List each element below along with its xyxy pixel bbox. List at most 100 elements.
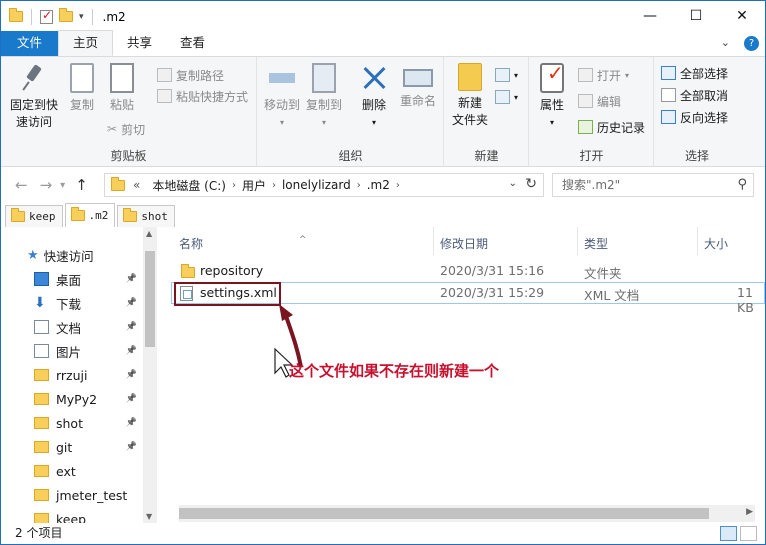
cut-button[interactable]: ✂ 剪切: [107, 119, 145, 139]
pinned-icon[interactable]: 📌: [126, 298, 137, 308]
help-icon[interactable]: ?: [744, 36, 759, 51]
refresh-icon[interactable]: ↻: [525, 176, 537, 192]
pin-to-quick-access-button[interactable]: 固定到快 速访问: [5, 63, 63, 131]
address-history-chevron-icon[interactable]: ⌄: [509, 178, 517, 189]
pinned-icon[interactable]: 📌: [126, 418, 137, 428]
tab-home[interactable]: 主页: [58, 30, 114, 56]
file-size: 11 KB: [737, 285, 754, 315]
nav-scrollbar-thumb[interactable]: [145, 251, 155, 347]
back-arrow-icon[interactable]: ←: [15, 176, 28, 194]
expand-ribbon-chevron-icon[interactable]: ⌄: [721, 36, 730, 51]
column-size[interactable]: 大小: [704, 235, 728, 252]
new-folder-quick-icon[interactable]: [59, 8, 73, 22]
file-list-hscrollbar[interactable]: ▶: [179, 505, 755, 522]
search-box[interactable]: 搜索".m2" ⚲: [552, 173, 754, 197]
copy-to-button[interactable]: 复制到 ▾: [304, 63, 344, 131]
breadcrumb-separator-icon[interactable]: ›: [272, 180, 276, 191]
nav-item[interactable]: ext: [1, 459, 141, 483]
invert-selection-icon: [661, 110, 676, 124]
minimize-button[interactable]: —: [627, 1, 673, 31]
select-all-icon: [661, 66, 676, 80]
pinned-icon[interactable]: 📌: [126, 394, 137, 404]
folder-tab-keep[interactable]: keep: [5, 205, 63, 227]
select-none-icon: [661, 88, 676, 102]
column-modified[interactable]: 修改日期: [440, 235, 488, 252]
nav-item[interactable]: jmeter_test: [1, 483, 141, 507]
edit-button[interactable]: 编辑: [578, 91, 621, 111]
hscrollbar-thumb[interactable]: [179, 508, 709, 519]
pinned-icon[interactable]: 📌: [126, 346, 137, 356]
file-type: XML 文档: [584, 288, 640, 303]
view-toggle: [720, 526, 757, 541]
column-divider[interactable]: [433, 227, 434, 255]
history-button[interactable]: 历史记录: [578, 117, 645, 137]
nav-item[interactable]: rrzuji 📌: [1, 363, 141, 387]
folder-tab-m2[interactable]: .m2: [64, 203, 116, 227]
tab-view[interactable]: 查看: [166, 31, 219, 56]
nav-item[interactable]: keep: [1, 507, 141, 523]
nav-quick-access[interactable]: ★ 快速访问: [1, 243, 141, 267]
nav-item[interactable]: 文档 📌: [1, 315, 141, 339]
properties-quick-icon[interactable]: [40, 8, 53, 24]
delete-button[interactable]: 删除 ▾: [354, 63, 394, 131]
paste-shortcut-button[interactable]: 粘贴快捷方式: [157, 86, 248, 106]
pinned-icon[interactable]: 📌: [126, 274, 137, 284]
rename-button[interactable]: 重命名: [396, 63, 440, 110]
up-arrow-icon[interactable]: ↑: [75, 176, 88, 194]
column-type[interactable]: 类型: [584, 235, 608, 252]
breadcrumb-m2[interactable]: .m2: [367, 178, 390, 192]
scroll-up-arrow-icon[interactable]: ▲: [146, 229, 152, 238]
select-all-button[interactable]: 全部选择: [661, 63, 728, 83]
nav-item-label: ext: [56, 463, 76, 479]
open-button[interactable]: 打开 ▾: [578, 65, 629, 85]
window-folder-icon: [9, 8, 23, 22]
details-view-icon[interactable]: [720, 526, 737, 541]
recent-locations-chevron-icon[interactable]: ▾: [60, 180, 65, 191]
breadcrumb-separator-icon[interactable]: ›: [396, 180, 400, 191]
breadcrumb-separator-icon[interactable]: ›: [232, 180, 236, 191]
nav-item[interactable]: 桌面 📌: [1, 267, 141, 291]
file-row-repository[interactable]: repository 2020/3/31 15:16 文件夹: [171, 260, 765, 282]
new-folder-button[interactable]: 新建 文件夹: [447, 63, 493, 129]
nav-item[interactable]: shot 📌: [1, 411, 141, 435]
column-divider[interactable]: [577, 227, 578, 255]
nav-item[interactable]: git 📌: [1, 435, 141, 459]
search-icon[interactable]: ⚲: [737, 174, 747, 196]
new-item-button[interactable]: ▾: [495, 65, 518, 85]
tab-file[interactable]: 文件: [1, 31, 58, 56]
large-icons-view-icon[interactable]: [740, 526, 757, 541]
breadcrumb-users[interactable]: 用户: [242, 177, 266, 194]
folder-tab-shot[interactable]: shot: [117, 205, 175, 227]
scroll-right-arrow-icon[interactable]: ▶: [746, 507, 753, 517]
maximize-button[interactable]: ☐: [673, 1, 719, 31]
copy-button[interactable]: 复制: [63, 63, 101, 114]
close-button[interactable]: ✕: [719, 1, 765, 31]
pinned-icon[interactable]: 📌: [126, 370, 137, 380]
customize-toolbar-arrow-icon[interactable]: ▾: [79, 12, 84, 22]
paste-button[interactable]: 粘贴: [103, 63, 141, 114]
forward-arrow-icon[interactable]: →: [40, 176, 53, 194]
properties-check-icon: [540, 63, 564, 93]
address-bar[interactable]: « 本地磁盘 (C:) › 用户 › lonelylizard › .m2 › …: [104, 173, 544, 197]
copy-path-button[interactable]: 复制路径: [157, 65, 224, 85]
breadcrumb-user[interactable]: lonelylizard: [282, 178, 351, 192]
tab-share[interactable]: 共享: [113, 31, 166, 56]
nav-scrollbar[interactable]: ▲ ▼: [143, 227, 157, 523]
properties-button[interactable]: 属性 ▾: [534, 63, 570, 131]
invert-selection-button[interactable]: 反向选择: [661, 107, 728, 127]
pinned-icon[interactable]: 📌: [126, 322, 137, 332]
breadcrumb-overflow[interactable]: «: [133, 178, 140, 192]
select-none-button[interactable]: 全部取消: [661, 85, 728, 105]
breadcrumb-drive[interactable]: 本地磁盘 (C:): [152, 177, 226, 194]
scroll-down-arrow-icon[interactable]: ▼: [146, 512, 152, 521]
column-divider[interactable]: [697, 227, 698, 255]
nav-item[interactable]: ⬇ 下载 📌: [1, 291, 141, 315]
column-name[interactable]: 名称: [179, 235, 203, 252]
breadcrumb-separator-icon[interactable]: ›: [357, 180, 361, 191]
nav-item[interactable]: MyPy2 📌: [1, 387, 141, 411]
easy-access-button[interactable]: ▾: [495, 87, 518, 107]
nav-item[interactable]: 图片 📌: [1, 339, 141, 363]
move-to-button[interactable]: 移动到 ▾: [262, 63, 302, 131]
pinned-icon[interactable]: 📌: [126, 442, 137, 452]
folder-icon: [34, 393, 49, 405]
